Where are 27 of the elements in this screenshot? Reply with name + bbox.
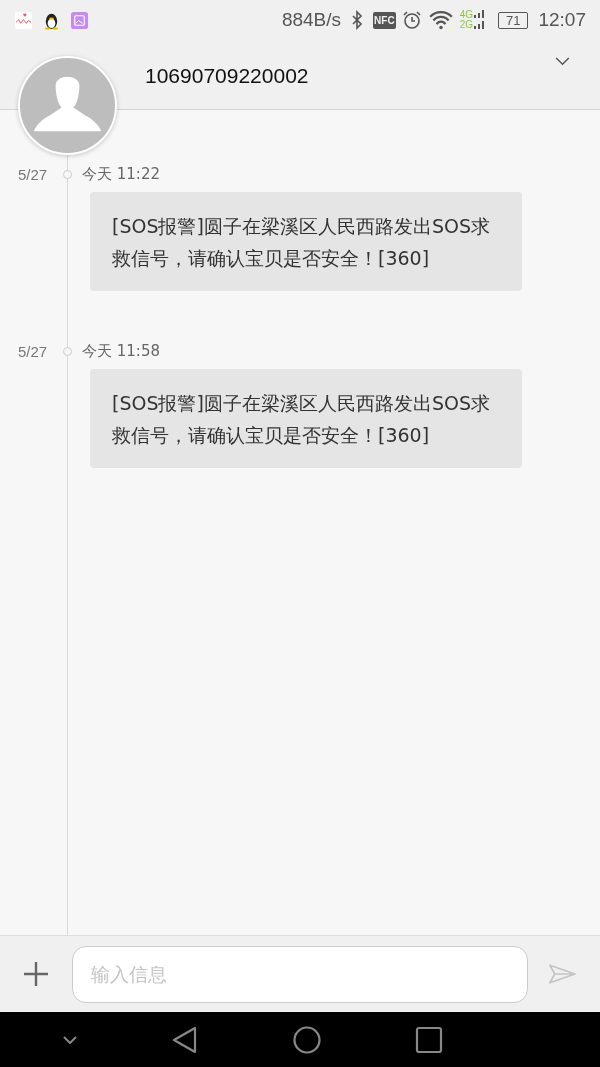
network-speed: 884B/s: [281, 9, 342, 31]
gallery-icon: [70, 10, 89, 30]
heart-pulse-icon: [14, 10, 33, 30]
message-input-field[interactable]: 输入信息: [72, 945, 528, 1003]
chevron-down-icon[interactable]: [555, 57, 570, 66]
recents-icon[interactable]: [415, 1025, 443, 1054]
network-type-label: 2G: [459, 20, 473, 30]
message-bubble: [SOS报警]圆子在梁溪区人民西路发出SOS求救信号，请确认宝贝是否安全！[360]: [90, 192, 522, 291]
signal-icon: [474, 9, 484, 31]
home-icon[interactable]: [293, 1025, 321, 1054]
wifi-icon: [427, 9, 454, 31]
contact-number: 10690709220002: [145, 63, 310, 88]
timeline-dot: [63, 346, 72, 356]
alarm-icon: [401, 10, 422, 30]
message-time: 今天 11:58: [82, 341, 160, 361]
chevron-down-icon[interactable]: [63, 1035, 77, 1044]
network-type-label: 4G: [459, 10, 473, 20]
message-date: 5/27: [18, 165, 49, 183]
add-icon[interactable]: [23, 961, 49, 987]
timeline-dot: [63, 169, 72, 179]
clock-time: 12:07: [538, 9, 586, 31]
message-bubble: [SOS报警]圆子在梁溪区人民西路发出SOS求救信号，请确认宝贝是否安全！[360]: [90, 369, 522, 468]
message-date: 5/27: [18, 342, 49, 360]
nfc-icon: NFC: [373, 11, 396, 29]
message-time: 今天 11:22: [82, 164, 160, 184]
back-icon[interactable]: [171, 1025, 199, 1054]
battery-icon: 71: [498, 11, 529, 29]
